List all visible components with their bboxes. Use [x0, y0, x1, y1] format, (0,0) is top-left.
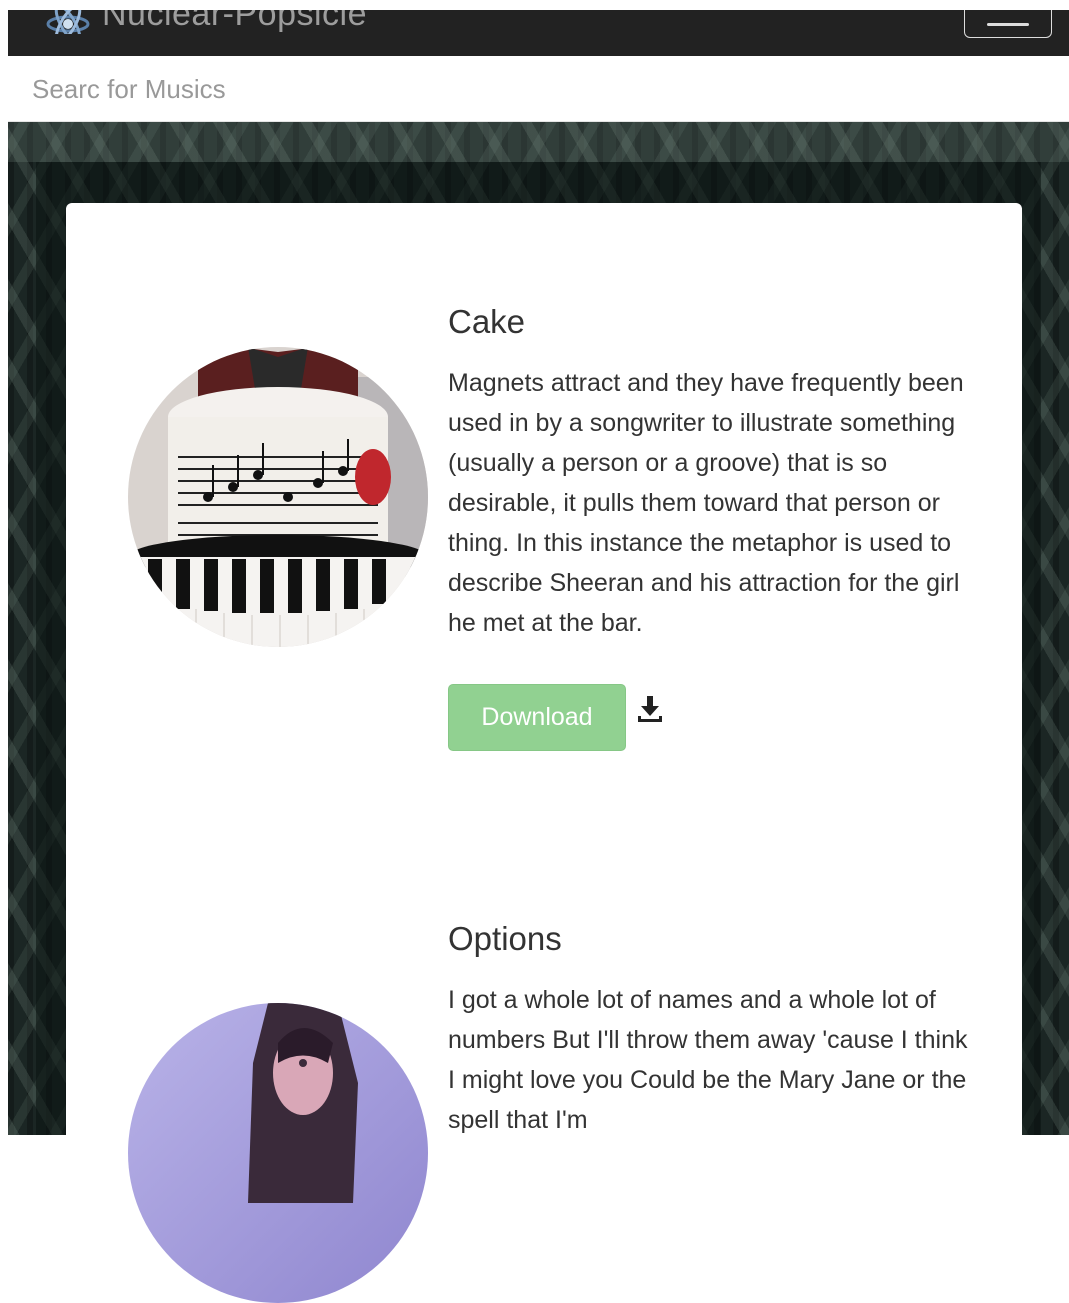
song-title: Cake [448, 303, 526, 340]
navbar: Nuclear-Popsicle [8, 10, 1069, 56]
download-row: Download [448, 684, 664, 751]
search-bar [8, 56, 1069, 122]
song-image [128, 347, 428, 647]
search-input[interactable] [8, 56, 1069, 122]
song-description: I got a whole lot of names and a whole l… [448, 986, 968, 1134]
brand-link[interactable]: Nuclear-Popsicle [44, 10, 367, 34]
navbar-toggle-button[interactable] [964, 10, 1052, 38]
song-title: Options [448, 920, 562, 957]
hamburger-menu-icon [987, 23, 1029, 26]
music-cake-image [128, 347, 428, 647]
portrait-image [128, 1003, 428, 1303]
atom-logo-icon [46, 10, 90, 34]
download-button[interactable]: Download [448, 684, 626, 751]
brand-name: Nuclear-Popsicle [102, 10, 367, 33]
song-description: Magnets attract and they have frequently… [448, 369, 964, 637]
background-band [8, 122, 1069, 162]
song-image [128, 1003, 428, 1303]
download-icon[interactable] [636, 694, 664, 724]
songs-card: Cake Magnets attract and they have frequ… [66, 203, 1022, 1303]
